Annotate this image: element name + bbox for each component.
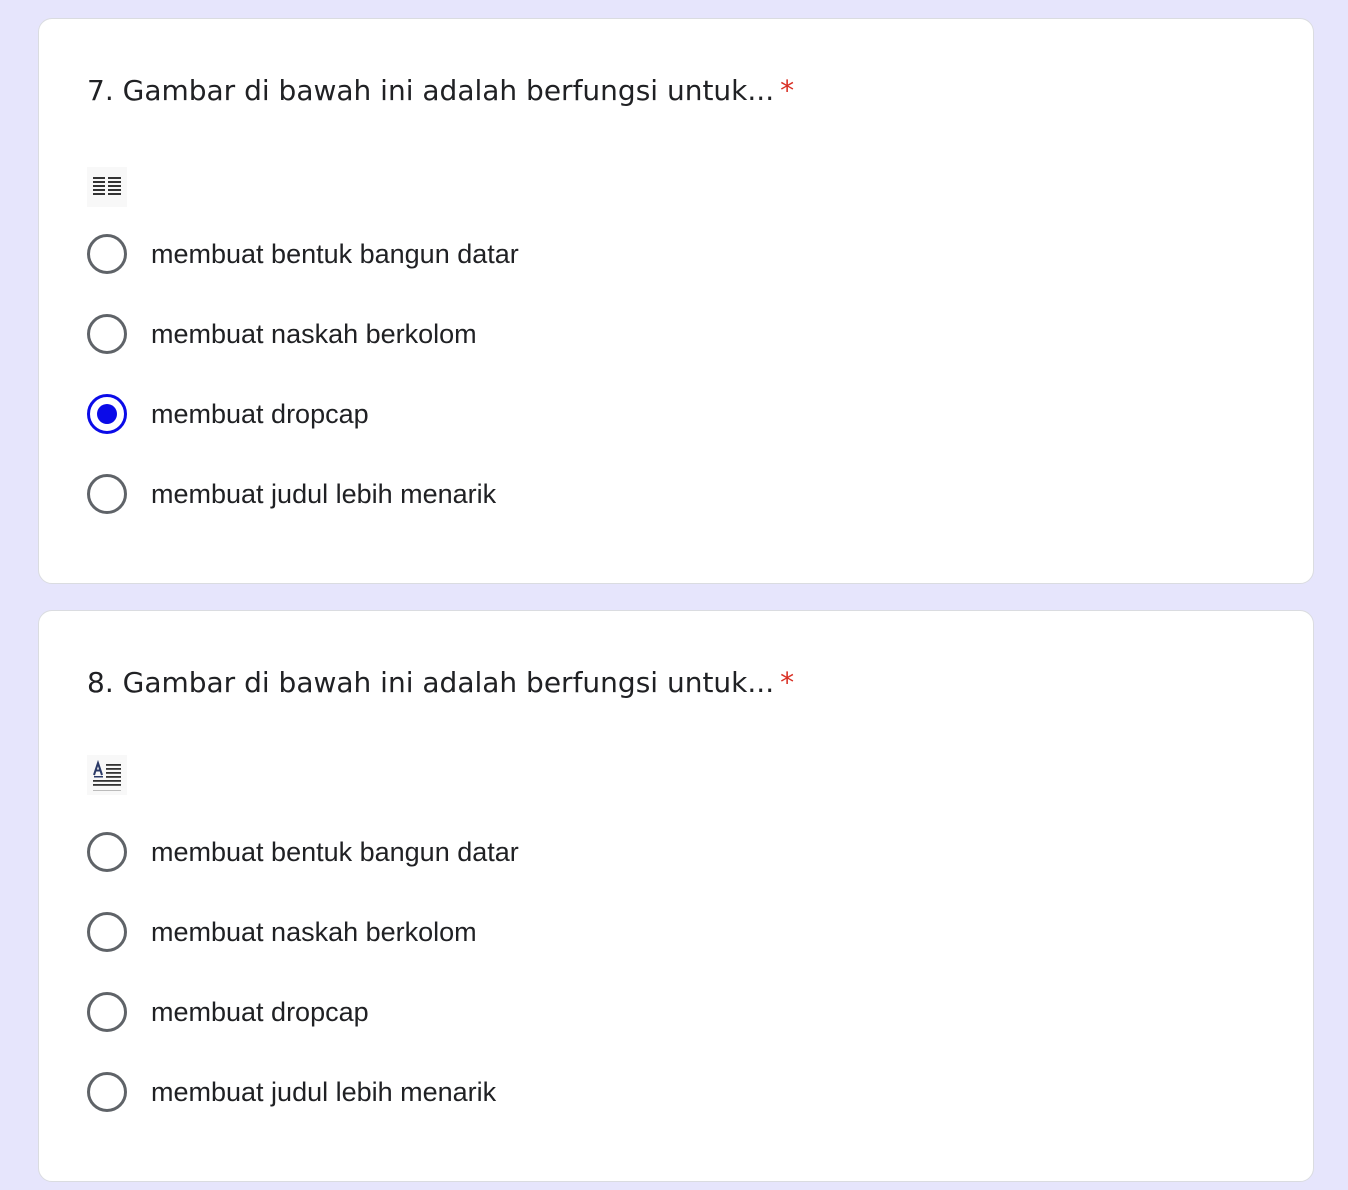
option-row[interactable]: membuat bentuk bangun datar [87,234,519,274]
radio-button[interactable] [87,474,127,514]
options-list: membuat bentuk bangun datar membuat nask… [87,832,519,1152]
question-title-text: 8. Gambar di bawah ini adalah berfungsi … [87,666,775,699]
option-label[interactable]: membuat bentuk bangun datar [151,239,519,270]
option-row[interactable]: membuat judul lebih menarik [87,474,519,514]
option-row[interactable]: membuat dropcap [87,992,519,1032]
required-asterisk: * [780,666,795,699]
option-row[interactable]: membuat dropcap [87,394,519,434]
columns-icon [87,167,127,207]
radio-button[interactable] [87,234,127,274]
option-label[interactable]: membuat dropcap [151,997,369,1028]
option-label[interactable]: membuat bentuk bangun datar [151,837,519,868]
question-title-text: 7. Gambar di bawah ini adalah berfungsi … [87,74,775,107]
option-label[interactable]: membuat naskah berkolom [151,319,477,350]
dropcap-icon [87,755,127,795]
options-list: membuat bentuk bangun datar membuat nask… [87,234,519,554]
radio-button[interactable] [87,992,127,1032]
radio-button[interactable] [87,314,127,354]
question-title: 8. Gambar di bawah ini adalah berfungsi … [87,663,794,703]
question-card-7: 7. Gambar di bawah ini adalah berfungsi … [38,18,1314,584]
question-title: 7. Gambar di bawah ini adalah berfungsi … [87,71,794,111]
question-card-8: 8. Gambar di bawah ini adalah berfungsi … [38,610,1314,1182]
option-label[interactable]: membuat naskah berkolom [151,917,477,948]
radio-button-selected[interactable] [87,394,127,434]
option-label[interactable]: membuat judul lebih menarik [151,479,496,510]
required-asterisk: * [780,74,795,107]
option-label[interactable]: membuat dropcap [151,399,369,430]
option-row[interactable]: membuat naskah berkolom [87,912,519,952]
option-label[interactable]: membuat judul lebih menarik [151,1077,496,1108]
radio-button[interactable] [87,832,127,872]
radio-button[interactable] [87,1072,127,1112]
option-row[interactable]: membuat judul lebih menarik [87,1072,519,1112]
option-row[interactable]: membuat naskah berkolom [87,314,519,354]
option-row[interactable]: membuat bentuk bangun datar [87,832,519,872]
radio-button[interactable] [87,912,127,952]
